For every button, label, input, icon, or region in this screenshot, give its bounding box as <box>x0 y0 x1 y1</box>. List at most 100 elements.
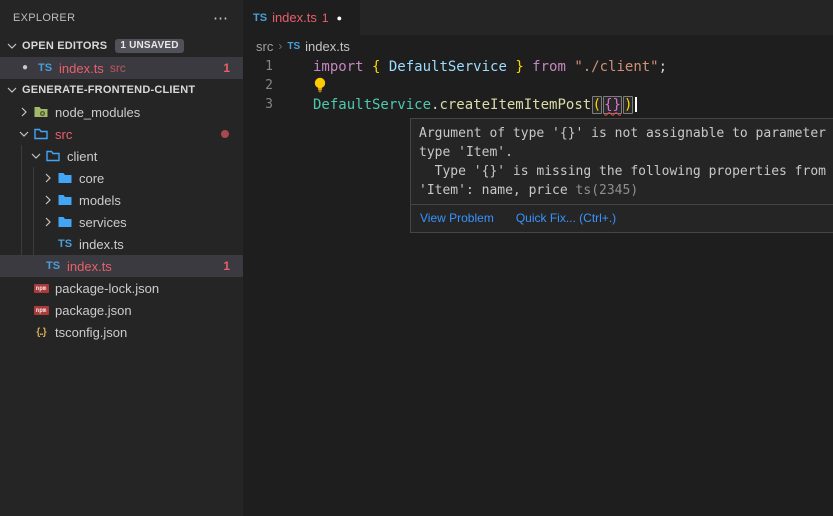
tree-item-label: index.ts <box>67 259 112 274</box>
chevron-right-icon <box>40 192 56 208</box>
error-count-badge: 1 <box>223 61 230 75</box>
tree-item-label: node_modules <box>55 105 140 120</box>
tree-item-models[interactable]: models <box>0 189 243 211</box>
explorer-title: EXPLORER <box>13 12 75 24</box>
lightbulb-icon[interactable] <box>313 77 327 94</box>
tree-item-services[interactable]: services <box>0 211 243 233</box>
code-line-2[interactable]: 2 <box>243 76 833 95</box>
folder-open-icon <box>44 148 62 164</box>
modified-dot-icon: ● <box>22 63 36 73</box>
breadcrumb-folder[interactable]: src <box>256 39 273 54</box>
tree-item-client-index-ts[interactable]: TS index.ts <box>0 233 243 255</box>
code-token-bracket: ) <box>623 96 633 114</box>
tree-item-label: models <box>79 193 121 208</box>
tree-item-node-modules[interactable]: node_modules <box>0 101 243 123</box>
folder-open-icon <box>32 126 50 142</box>
explorer-sidebar: EXPLORER ⋯ OPEN EDITORS 1 UNSAVED ● TS i… <box>0 0 243 516</box>
workspace-label: GENERATE-FRONTEND-CLIENT <box>22 84 195 96</box>
code-editor[interactable]: 1 import { DefaultService } from "./clie… <box>243 57 833 114</box>
error-message: Argument of type '{}' is not assignable … <box>411 119 833 204</box>
typescript-file-icon: TS <box>38 62 52 74</box>
tree-item-label: package.json <box>55 303 132 318</box>
tree-item-core[interactable]: core <box>0 167 243 189</box>
open-editor-filename: index.ts <box>59 61 104 76</box>
error-count-badge: 1 <box>223 259 230 273</box>
tab-error-count: 1 <box>322 11 329 25</box>
json-config-icon: {..} <box>36 327 45 338</box>
code-token: DefaultService <box>380 59 515 75</box>
code-token-error-arg: {} <box>603 96 622 114</box>
chevron-right-icon <box>16 104 32 120</box>
folder-icon <box>56 170 74 186</box>
node-modules-folder-icon <box>32 104 50 120</box>
folder-icon <box>56 214 74 230</box>
code-token: { <box>372 59 380 75</box>
tab-index-ts[interactable]: TS index.ts 1 ● <box>243 0 360 35</box>
file-tree: node_modules src client <box>0 101 243 343</box>
view-problem-link[interactable]: View Problem <box>420 211 494 225</box>
typescript-file-icon: TS <box>253 12 267 24</box>
error-code-ref[interactable]: ts(2345) <box>576 183 639 198</box>
code-token: createItemItemPost <box>439 97 591 113</box>
tree-item-src-index-ts[interactable]: TS index.ts 1 <box>0 255 243 277</box>
typescript-file-icon: TS <box>287 41 300 52</box>
error-dot-badge <box>221 130 229 138</box>
text-cursor <box>635 97 637 112</box>
code-token: ; <box>659 59 667 75</box>
chevron-down-icon <box>4 82 20 98</box>
tree-item-label: index.ts <box>79 237 124 252</box>
code-token: from <box>524 59 575 75</box>
error-hover-popup: Argument of type '{}' is not assignable … <box>410 118 833 233</box>
tree-item-label: services <box>79 215 127 230</box>
modified-dot-icon[interactable]: ● <box>337 13 342 23</box>
tree-item-label: client <box>67 149 97 164</box>
hover-actions: View Problem Quick Fix... (Ctrl+.) <box>411 204 833 232</box>
open-editor-description: src <box>110 61 126 75</box>
chevron-right-icon <box>40 214 56 230</box>
error-message-line: type 'Item'. <box>419 143 833 162</box>
editor-tab-bar: TS index.ts 1 ● <box>243 0 833 35</box>
more-actions-icon[interactable]: ⋯ <box>213 9 229 27</box>
tree-item-label: package-lock.json <box>55 281 159 296</box>
line-number: 1 <box>243 59 313 74</box>
chevron-right-icon: › <box>278 39 282 53</box>
typescript-file-icon: TS <box>46 260 60 272</box>
code-token-bracket: ( <box>592 96 602 114</box>
tree-item-package-json[interactable]: npm package.json <box>0 299 243 321</box>
workspace-section[interactable]: GENERATE-FRONTEND-CLIENT <box>0 79 243 101</box>
open-editor-item-index-ts[interactable]: ● TS index.ts src 1 <box>0 57 243 79</box>
code-line-1[interactable]: 1 import { DefaultService } from "./clie… <box>243 57 833 76</box>
unsaved-badge: 1 UNSAVED <box>115 39 183 53</box>
typescript-file-icon: TS <box>58 238 72 250</box>
tab-label: index.ts <box>272 10 317 25</box>
error-message-line: 'Item': name, price ts(2345) <box>419 181 833 200</box>
error-message-line: Type '{}' is missing the following prope… <box>419 162 833 181</box>
tree-item-client[interactable]: client <box>0 145 243 167</box>
code-line-3[interactable]: 3 DefaultService.createItemItemPost({}) <box>243 95 833 114</box>
chevron-down-icon <box>4 38 20 54</box>
code-token: "./client" <box>574 59 658 75</box>
tree-item-tsconfig-json[interactable]: {..} tsconfig.json <box>0 321 243 343</box>
folder-icon <box>56 192 74 208</box>
chevron-down-icon <box>28 148 44 164</box>
line-number: 3 <box>243 97 313 112</box>
chevron-right-icon <box>40 170 56 186</box>
line-number: 2 <box>243 78 313 93</box>
error-message-line: Argument of type '{}' is not assignable … <box>419 124 833 143</box>
code-token: . <box>431 97 439 113</box>
explorer-header: EXPLORER ⋯ <box>0 0 243 35</box>
breadcrumb-file[interactable]: index.ts <box>305 39 350 54</box>
code-token: import <box>313 59 364 75</box>
tree-item-label: core <box>79 171 104 186</box>
chevron-down-icon <box>16 126 32 142</box>
error-message-text: 'Item': name, price <box>419 183 576 198</box>
tree-item-src[interactable]: src <box>0 123 243 145</box>
open-editors-label: OPEN EDITORS <box>22 40 107 52</box>
breadcrumb: src › TS index.ts <box>243 35 350 57</box>
tree-item-label: tsconfig.json <box>55 325 127 340</box>
code-token: } <box>515 59 523 75</box>
quick-fix-link[interactable]: Quick Fix... (Ctrl+.) <box>516 211 616 225</box>
code-token: DefaultService <box>313 97 431 113</box>
open-editors-section[interactable]: OPEN EDITORS 1 UNSAVED <box>0 35 243 57</box>
tree-item-package-lock-json[interactable]: npm package-lock.json <box>0 277 243 299</box>
